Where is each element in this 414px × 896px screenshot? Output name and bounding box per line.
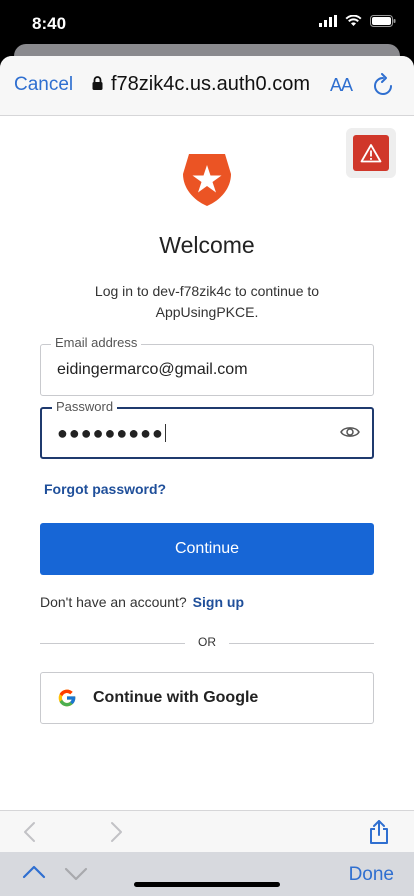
done-button[interactable]: Done [349,864,394,886]
show-password-eye-icon[interactable] [340,425,360,444]
password-field[interactable]: Password ●●●●●●●●● [40,399,374,459]
forgot-password-link[interactable]: Forgot password? [44,481,166,497]
status-bar: 8:40 [0,0,414,46]
lock-icon [92,73,103,96]
google-icon [57,688,77,713]
previous-field-icon[interactable] [22,864,46,885]
wifi-icon [345,14,362,32]
status-time: 8:40 [32,14,67,33]
page-subtitle: Log in to dev-f78zik4c to continue to Ap… [94,283,320,320]
battery-icon [370,14,396,32]
sign-up-link[interactable]: Sign up [193,594,244,610]
status-icons [319,14,396,32]
continue-button[interactable]: Continue [40,523,374,575]
email-label: Email address [51,335,142,350]
text-caret [164,424,166,442]
safari-view-sheet: Cancel f78zik4c.us.auth0.com AA Welcome … [0,56,414,896]
text-size-button[interactable]: AA [330,75,353,96]
url-text: f78zik4c.us.auth0.com [111,73,310,95]
email-field[interactable]: Email address eidingermarco@gmail.com [40,335,374,396]
email-value: eidingermarco@gmail.com [57,361,248,378]
page-title: Welcome [159,232,255,258]
keyboard-accessory-bar: Done [0,852,414,896]
cancel-button[interactable]: Cancel [14,74,73,96]
password-label: Password [52,399,118,414]
browser-nav-bar: Cancel f78zik4c.us.auth0.com AA [0,56,414,116]
google-login-button[interactable]: Continue with Google [40,672,374,724]
next-field-icon[interactable] [64,866,88,887]
url-bar[interactable]: f78zik4c.us.auth0.com [92,73,310,96]
or-divider: OR [40,635,374,651]
reload-icon[interactable] [372,73,394,102]
browser-toolbar [0,810,414,852]
password-dots: ●●●●●●●●● [57,423,164,443]
home-indicator [134,882,280,887]
web-content: Welcome Log in to dev-f78zik4c to contin… [0,116,414,810]
continue-label: Continue [174,540,240,557]
auth0-logo [181,152,233,213]
back-chevron-icon[interactable] [22,821,36,848]
warning-button[interactable] [346,128,396,178]
divider-line-right [229,643,374,644]
share-icon[interactable] [368,819,390,850]
cellular-icon [319,14,337,32]
forward-chevron-icon[interactable] [110,821,124,848]
or-label: OR [198,635,216,649]
signup-row: Don't have an account? Sign up [40,594,244,610]
password-value: ●●●●●●●●● [57,423,166,444]
google-login-label: Continue with Google [93,689,259,706]
no-account-text: Don't have an account? [40,594,187,610]
warning-icon [353,135,389,171]
